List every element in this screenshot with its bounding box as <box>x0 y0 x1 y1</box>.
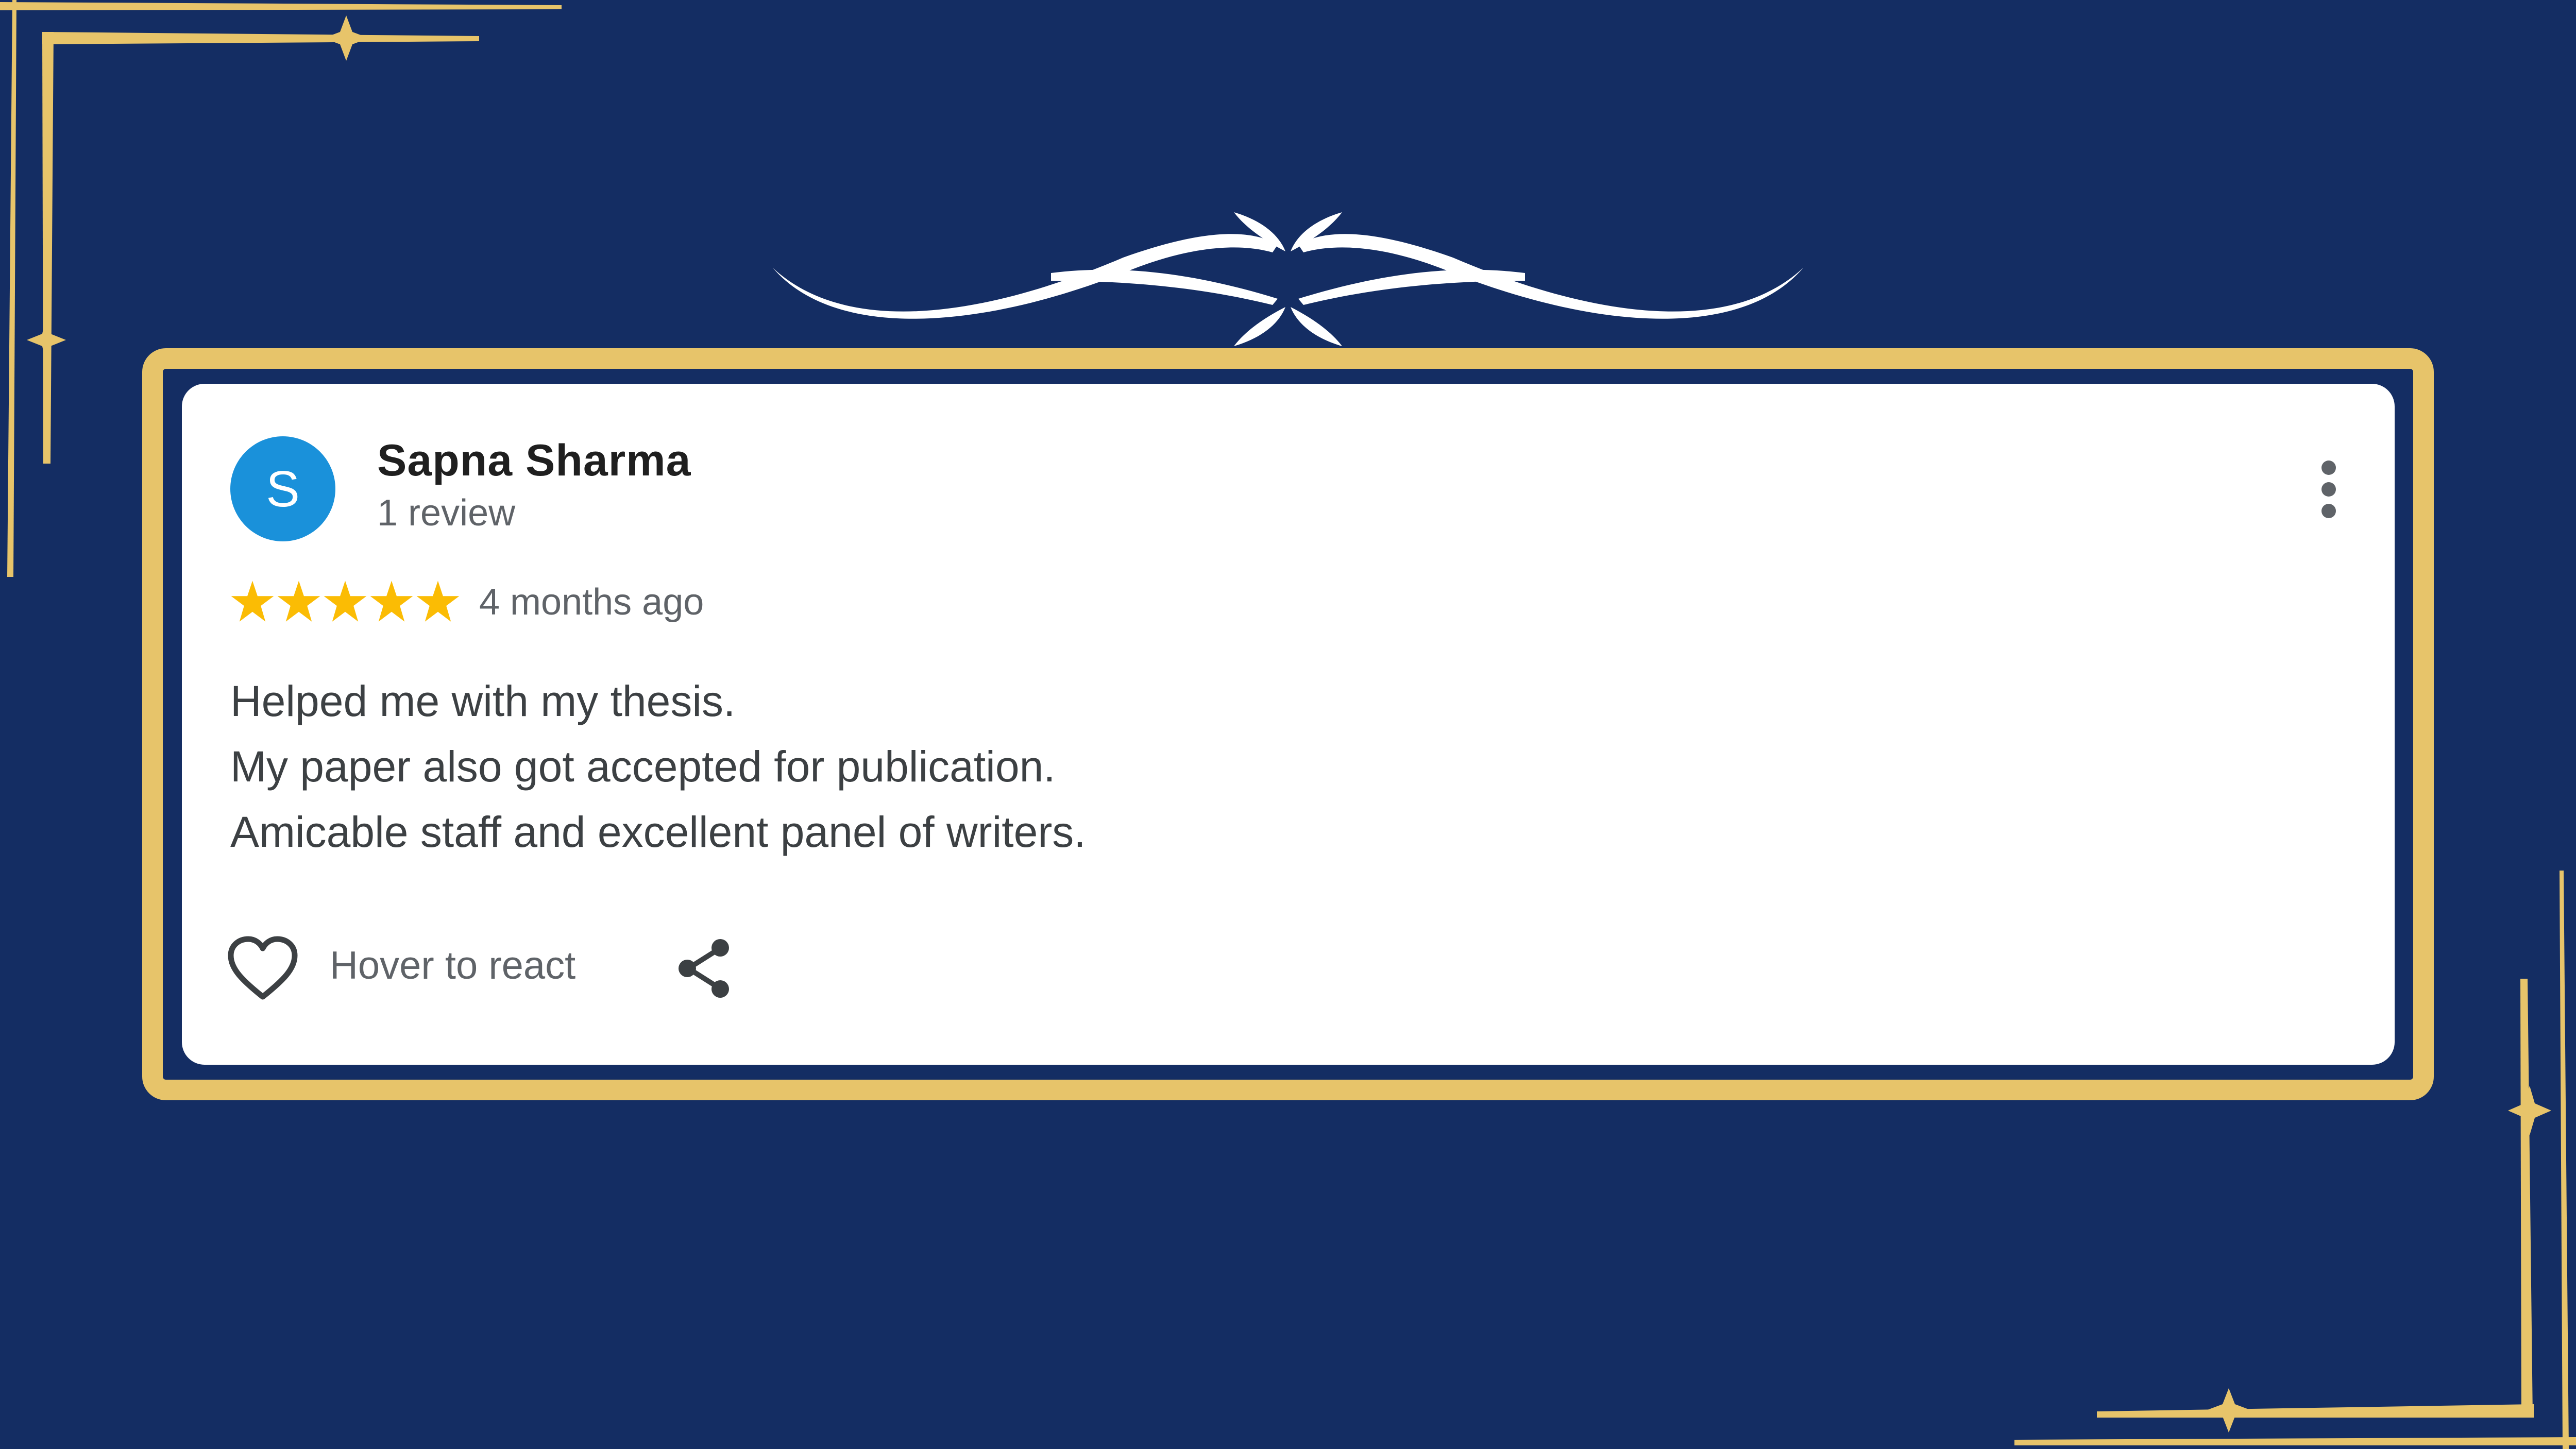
share-button[interactable] <box>675 937 734 999</box>
avatar-initial: S <box>266 461 300 517</box>
star-icon <box>231 581 274 622</box>
review-text: Helped me with my thesis. My paper also … <box>230 669 1086 865</box>
heart-icon <box>228 936 298 1000</box>
more-vertical-icon-dot <box>2321 461 2336 475</box>
review-line: Helped me with my thesis. <box>230 677 736 725</box>
more-options-button[interactable] <box>2313 458 2344 520</box>
react-label[interactable]: Hover to react <box>330 943 575 988</box>
react-button[interactable] <box>227 935 299 1002</box>
sparkle-icon <box>2206 1086 2551 1433</box>
share-icon <box>679 939 729 998</box>
star-icon <box>370 581 413 622</box>
ornament-flourish <box>773 212 1803 346</box>
review-line: My paper also got accepted for publicati… <box>230 742 1056 791</box>
more-vertical-icon-dot <box>2321 504 2336 518</box>
review-count: 1 review <box>377 492 516 534</box>
star-rating <box>229 578 461 625</box>
more-vertical-icon-dot <box>2321 482 2336 497</box>
reviewer-name[interactable]: Sapna Sharma <box>377 435 691 486</box>
star-icon <box>416 581 460 622</box>
avatar[interactable]: S <box>230 436 335 541</box>
review-date: 4 months ago <box>479 582 704 623</box>
sparkle-icon <box>27 15 369 366</box>
star-icon <box>324 581 367 622</box>
star-icon <box>277 581 320 622</box>
review-line: Amicable staff and excellent panel of wr… <box>230 808 1086 856</box>
